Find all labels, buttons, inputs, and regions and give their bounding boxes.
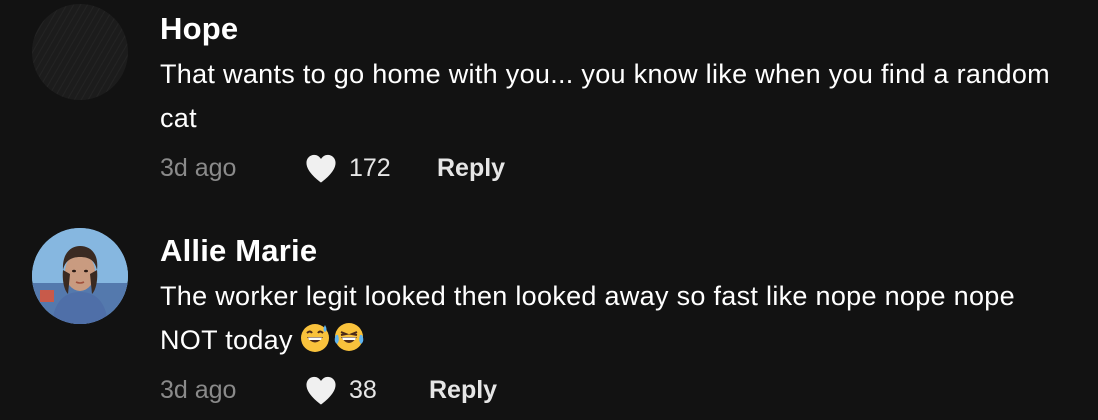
comment-content: Allie Marie The worker legit looked then…	[160, 232, 1078, 410]
comment-username[interactable]: Hope	[160, 10, 1078, 48]
reply-button[interactable]: Reply	[437, 148, 505, 188]
comment-meta: 3d ago 172 Reply	[160, 148, 1078, 188]
like-count: 172	[349, 154, 391, 182]
avatar[interactable]	[32, 4, 128, 100]
comment-content: Hope That wants to go home with you... y…	[160, 10, 1078, 188]
grinning-sweat-emoji	[300, 324, 329, 352]
heart-icon	[306, 154, 336, 183]
tears-of-joy-emoji	[334, 323, 364, 351]
comment-timestamp: 3d ago	[160, 154, 237, 182]
reply-button[interactable]: Reply	[429, 370, 497, 410]
comment-username[interactable]: Allie Marie	[160, 232, 1078, 270]
comment-text: The worker legit looked then looked away…	[160, 281, 1015, 355]
comment-meta: 3d ago 38 Reply	[160, 370, 1078, 410]
like-button[interactable]: 38	[303, 370, 377, 410]
like-count: 38	[349, 376, 377, 404]
heart-icon	[306, 376, 336, 405]
comment-text-container: The worker legit looked then looked away…	[160, 274, 1075, 362]
avatar[interactable]	[32, 228, 128, 324]
like-button[interactable]: 172	[303, 148, 391, 188]
comment-timestamp: 3d ago	[160, 376, 237, 404]
comment-text: That wants to go home with you... you kn…	[160, 59, 1050, 133]
